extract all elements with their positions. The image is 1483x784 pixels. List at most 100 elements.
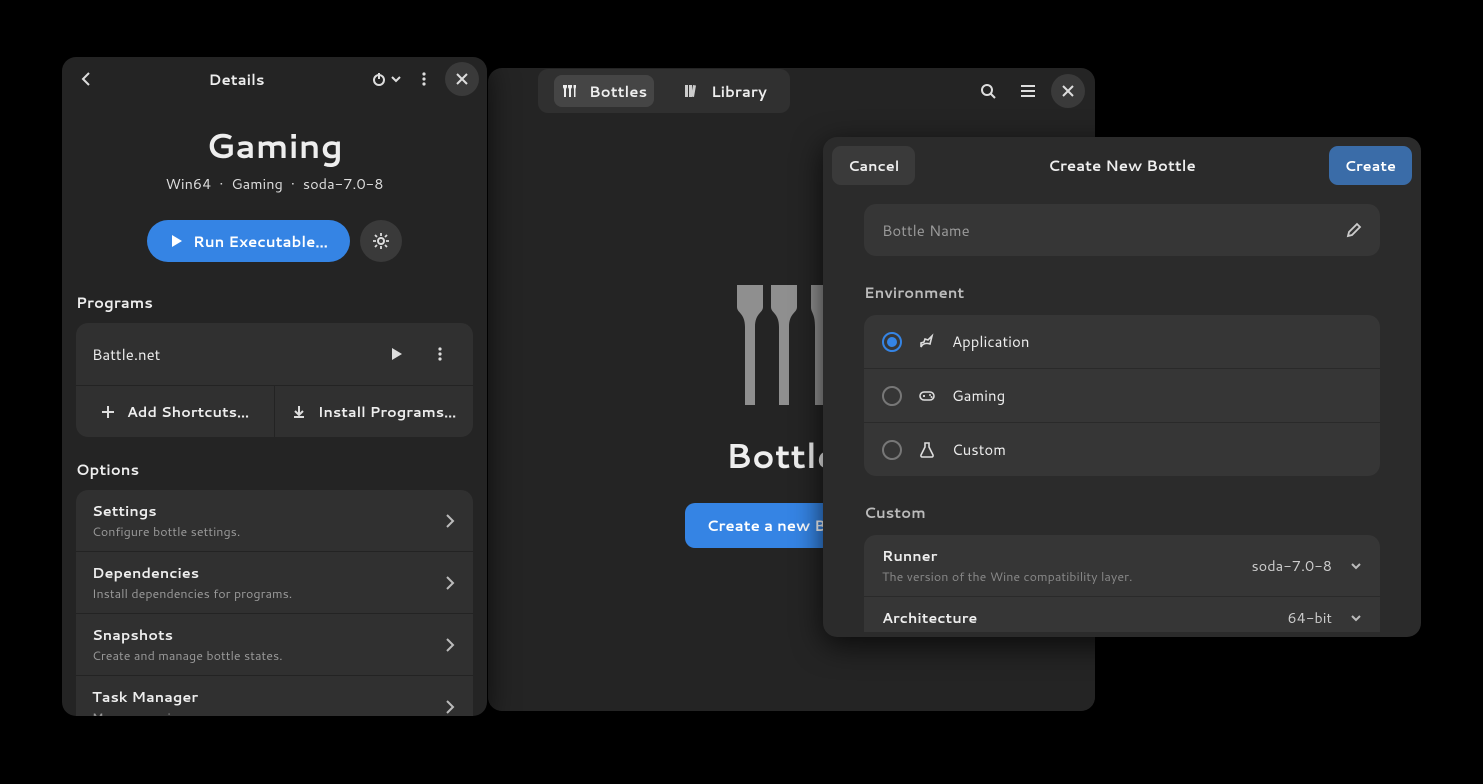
radio-button[interactable] (882, 332, 902, 352)
chevron-right-icon (443, 638, 457, 652)
close-icon (1062, 85, 1074, 97)
hamburger-menu-button[interactable] (1011, 74, 1045, 108)
kebab-icon (432, 346, 448, 362)
chevron-right-icon (443, 514, 457, 528)
bottle-arch: Win64 (166, 173, 212, 194)
bottle-env: Gaming (231, 173, 282, 194)
custom-card: Runner The version of the Wine compatibi… (864, 535, 1380, 632)
bottle-details-window: Details Gaming Win64 · Gaming · (62, 57, 487, 716)
architecture-row[interactable]: Architecture 64-bit (864, 596, 1380, 632)
tab-library-label: Library (711, 81, 767, 102)
play-icon (389, 347, 403, 361)
run-executable-label: Run Executable… (193, 231, 328, 252)
back-button[interactable] (70, 62, 104, 96)
add-shortcuts-label: Add Shortcuts… (127, 401, 249, 422)
tab-bottles-label: Bottles (589, 81, 647, 102)
program-name: Battle.net (92, 344, 369, 365)
main-headerbar: Bottles Library (488, 68, 1095, 114)
runner-row[interactable]: Runner The version of the Wine compatibi… (864, 535, 1380, 596)
options-heading: Options (76, 459, 473, 480)
radio-button[interactable] (882, 440, 902, 460)
dialog-headerbar: Cancel Create New Bottle Create (828, 142, 1416, 188)
chevron-right-icon (443, 576, 457, 590)
bottle-runner: soda-7.0-8 (303, 173, 384, 194)
program-menu-button[interactable] (423, 337, 457, 371)
option-settings[interactable]: Settings Configure bottle settings. (76, 490, 473, 551)
gear-icon (372, 232, 390, 250)
details-header-title: Details (108, 69, 365, 90)
gamepad-icon (918, 387, 936, 405)
programs-heading: Programs (76, 292, 473, 313)
play-icon (169, 234, 183, 248)
close-icon (456, 73, 468, 85)
option-desc: Configure bottle settings. (92, 523, 433, 541)
bottle-name-field[interactable] (864, 204, 1380, 256)
chevron-down-icon (1350, 560, 1362, 572)
environment-heading: Environment (864, 282, 1380, 303)
chevron-left-icon (79, 71, 95, 87)
download-icon (292, 405, 306, 419)
hamburger-icon (1019, 82, 1037, 100)
option-desc: Install dependencies for programs. (92, 585, 433, 603)
program-play-button[interactable] (379, 337, 413, 371)
power-menu-button[interactable] (369, 62, 403, 96)
dialog-body: Environment Application Gaming (828, 188, 1416, 632)
details-close-button[interactable] (445, 62, 479, 96)
options-card: Settings Configure bottle settings. Depe… (76, 490, 473, 716)
run-executable-button[interactable]: Run Executable… (147, 220, 350, 262)
option-desc: Create and manage bottle states. (92, 647, 433, 665)
radio-button[interactable] (882, 386, 902, 406)
install-programs-label: Install Programs… (318, 401, 457, 422)
bottle-title: Gaming (76, 121, 473, 169)
custom-heading: Custom (864, 502, 1380, 523)
view-switcher: Bottles Library (538, 69, 790, 113)
add-shortcuts-button[interactable]: Add Shortcuts… (76, 386, 274, 437)
option-desc: Manage running programs. (92, 709, 433, 716)
dialog-cancel-button[interactable]: Cancel (832, 146, 915, 185)
bottle-name-input[interactable] (882, 220, 1336, 241)
program-row: Battle.net (76, 323, 473, 385)
env-option-label: Application (952, 331, 1030, 352)
edit-icon (1346, 222, 1362, 238)
option-title: Settings (92, 500, 433, 521)
create-bottle-dialog: Cancel Create New Bottle Create Environm… (823, 137, 1421, 637)
option-dependencies[interactable]: Dependencies Install dependencies for pr… (76, 551, 473, 613)
flask-icon (918, 441, 936, 459)
runner-value: soda-7.0-8 (1251, 555, 1332, 576)
runner-title: Runner (882, 545, 1241, 566)
search-icon (979, 82, 997, 100)
kebab-menu-button[interactable] (407, 62, 441, 96)
option-task-manager[interactable]: Task Manager Manage running programs. (76, 675, 473, 716)
chevron-down-icon (1350, 612, 1362, 624)
option-snapshots[interactable]: Snapshots Create and manage bottle state… (76, 613, 473, 675)
runner-desc: The version of the Wine compatibility la… (882, 568, 1241, 586)
install-programs-button[interactable]: Install Programs… (274, 386, 473, 437)
plus-icon (101, 405, 115, 419)
env-option-application[interactable]: Application (864, 315, 1380, 368)
details-body: Gaming Win64 · Gaming · soda-7.0-8 Run E… (62, 101, 487, 716)
chevron-right-icon (443, 700, 457, 714)
env-option-custom[interactable]: Custom (864, 422, 1380, 476)
env-option-label: Custom (952, 439, 1006, 460)
details-headerbar: Details (62, 57, 487, 101)
tab-bottles[interactable]: Bottles (554, 75, 654, 107)
bottle-subtitle: Win64 · Gaming · soda-7.0-8 (76, 173, 473, 194)
programs-card: Battle.net Add Shortcuts… (76, 323, 473, 437)
dialog-title: Create New Bottle (915, 155, 1328, 176)
env-option-label: Gaming (952, 385, 1005, 406)
dialog-create-button[interactable]: Create (1329, 146, 1412, 185)
option-title: Task Manager (92, 686, 433, 707)
kebab-icon (416, 71, 432, 87)
architecture-title: Architecture (882, 607, 1277, 628)
tab-library[interactable]: Library (676, 75, 774, 107)
option-title: Snapshots (92, 624, 433, 645)
search-button[interactable] (971, 74, 1005, 108)
architecture-value: 64-bit (1287, 607, 1332, 628)
option-title: Dependencies (92, 562, 433, 583)
env-option-gaming[interactable]: Gaming (864, 368, 1380, 422)
bottles-icon (561, 82, 579, 100)
chevron-down-icon (391, 74, 401, 84)
application-icon (918, 333, 936, 351)
run-settings-button[interactable] (360, 220, 402, 262)
main-close-button[interactable] (1051, 74, 1085, 108)
